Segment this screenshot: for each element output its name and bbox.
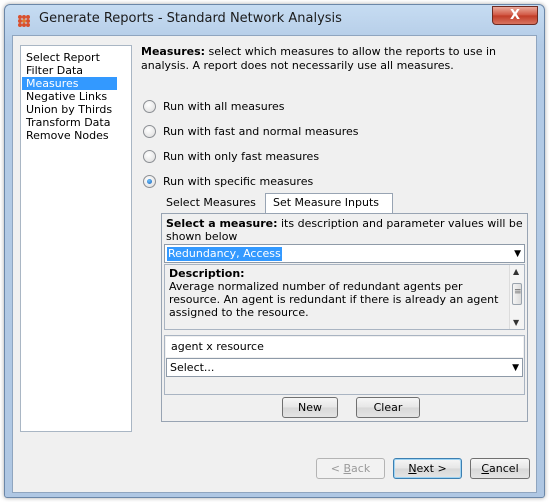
tab-select-measures[interactable]: Select Measures	[159, 194, 259, 212]
cancel-label: ancel	[489, 462, 519, 475]
next-label: ext >	[416, 462, 447, 475]
measure-dropdown[interactable]: Redundancy, Access ▼	[164, 244, 525, 263]
nav-item-measures[interactable]: Measures	[22, 77, 117, 90]
next-button[interactable]: Next >	[393, 458, 462, 479]
nav-item-select-report[interactable]: Select Report	[22, 51, 117, 64]
back-label: ack	[351, 462, 371, 475]
scroll-thumb[interactable]	[512, 283, 522, 305]
nav-item-remove-nodes[interactable]: Remove Nodes	[22, 129, 117, 142]
measure-dropdown-value: Redundancy, Access	[167, 247, 282, 261]
nav-item-filter-data[interactable]: Filter Data	[22, 64, 117, 77]
next-accelerator: N	[408, 462, 417, 475]
radio-label: Run with fast and normal measures	[163, 124, 359, 138]
dialog-window: Generate Reports - Standard Network Anal…	[4, 4, 545, 498]
set-measure-inputs-panel: Select a measure: its description and pa…	[161, 213, 528, 422]
radio-all-measures[interactable]: Run with all measures	[143, 98, 284, 114]
cancel-button[interactable]: Cancel	[470, 458, 530, 479]
select-measure-label: Select a measure: its description and pa…	[166, 217, 526, 243]
description-scrollbar[interactable]: ▲ ▼	[509, 265, 524, 329]
close-button[interactable]: X	[492, 6, 538, 25]
select-measure-heading: Select a measure:	[166, 217, 278, 230]
nav-item-negative-links[interactable]: Negative Links	[22, 90, 117, 103]
radio-label: Run with only fast measures	[163, 149, 320, 163]
new-button[interactable]: New	[282, 397, 338, 418]
scroll-down-icon[interactable]: ▼	[513, 318, 519, 327]
back-accelerator: B	[343, 462, 352, 475]
description-box: Description: Average normalized number o…	[164, 264, 525, 330]
radio-specific-measures[interactable]: Run with specific measures	[143, 173, 313, 189]
title-bar[interactable]: Generate Reports - Standard Network Anal…	[5, 5, 544, 35]
nav-item-transform-data[interactable]: Transform Data	[22, 116, 117, 129]
app-icon	[18, 15, 30, 27]
description-heading: Description:	[169, 267, 245, 280]
radio-label: Run with specific measures	[163, 174, 314, 188]
report-steps-list: Select Report Filter Data Measures Negat…	[20, 45, 132, 432]
clear-button[interactable]: Clear	[356, 397, 420, 418]
radio-button[interactable]	[143, 99, 156, 113]
radio-fast-measures[interactable]: Run with only fast measures	[143, 148, 319, 164]
nav-item-union-by-thirds[interactable]: Union by Thirds	[22, 103, 117, 116]
radio-fast-normal-measures[interactable]: Run with fast and normal measures	[143, 123, 359, 139]
chevron-down-icon[interactable]: ▼	[514, 247, 521, 261]
back-button[interactable]: < Back	[316, 458, 385, 479]
radio-button[interactable]	[143, 124, 156, 138]
parameter-dropdown-value: Select...	[170, 361, 215, 374]
radio-button[interactable]	[143, 149, 156, 163]
close-icon: X	[509, 8, 521, 23]
description-text: Average normalized number of redundant a…	[169, 280, 499, 319]
window-title: Generate Reports - Standard Network Anal…	[39, 11, 342, 26]
measures-panel: Measures: select which measures to allow…	[141, 45, 531, 422]
measures-heading: Measures:	[141, 45, 206, 58]
radio-label: Run with all measures	[163, 99, 285, 113]
chevron-down-icon[interactable]: ▼	[512, 361, 519, 375]
cancel-accelerator: C	[481, 462, 490, 475]
tab-set-measure-inputs[interactable]: Set Measure Inputs	[265, 193, 393, 213]
parameter-name: agent x resource	[166, 337, 523, 357]
parameter-box: agent x resource Select... ▼	[164, 335, 525, 395]
back-prefix: <	[330, 462, 344, 475]
dialog-body: Select Report Filter Data Measures Negat…	[12, 35, 537, 493]
measures-intro: Measures: select which measures to allow…	[141, 45, 531, 73]
parameter-dropdown[interactable]: Select... ▼	[166, 358, 523, 377]
radio-button-selected[interactable]	[143, 174, 156, 188]
scroll-up-icon[interactable]: ▲	[513, 267, 519, 276]
